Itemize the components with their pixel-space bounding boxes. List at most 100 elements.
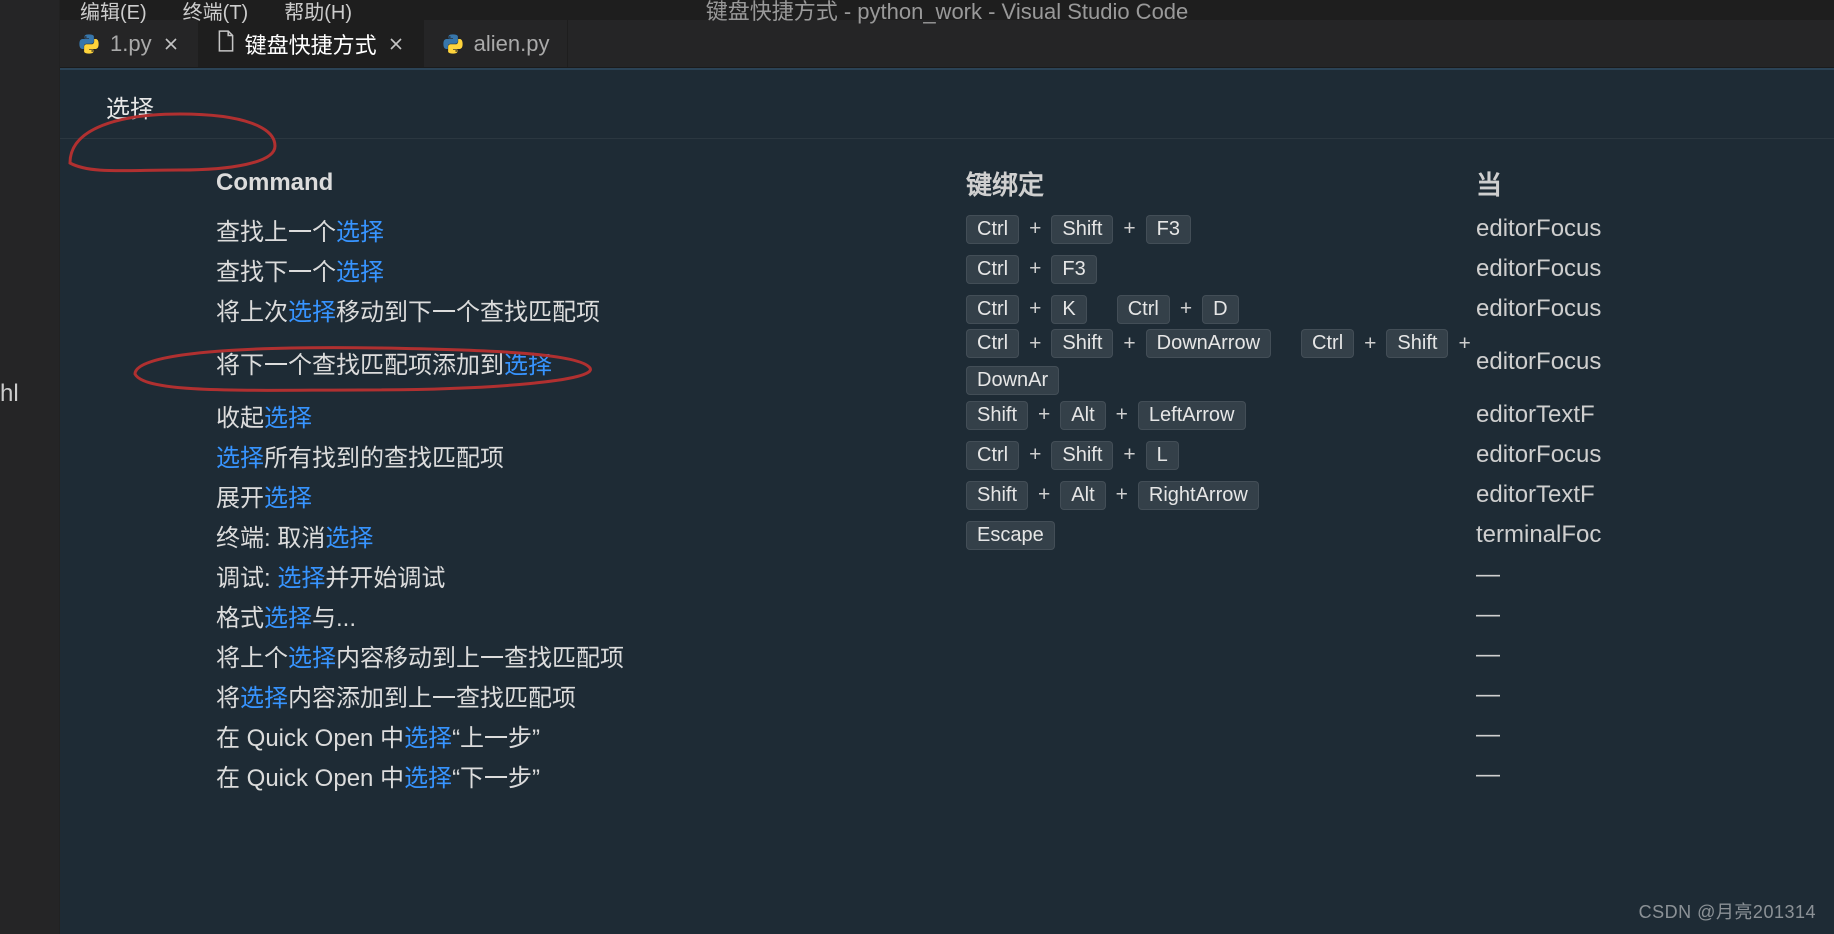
key-cap: Ctrl [966,329,1019,358]
key-cap: Shift [966,401,1028,430]
keybinding-cell: Ctrl+Shift+L [966,441,1476,470]
tab-alien.py[interactable]: alien.py [424,20,569,67]
table-row[interactable]: 查找上一个选择Ctrl+Shift+F3editorFocus [60,209,1834,249]
key-separator: + [1027,217,1043,241]
key-separator: + [1456,332,1472,356]
table-row[interactable]: 调试: 选择并开始调试 — [60,555,1834,595]
keybinding-cell: Shift+Alt+RightArrow [966,481,1476,510]
command-cell: 格式选择与... [106,596,966,635]
key-separator: + [1036,403,1052,427]
side-bar: hl [0,0,60,934]
menu-terminal[interactable]: 终端(T) [183,0,249,25]
command-cell: 展开选择 [106,476,966,515]
tab-1.py[interactable]: 1.py [60,20,199,67]
highlight-match: 选择 [264,605,312,632]
command-text: 在 Quick Open 中 [216,725,404,752]
table-row[interactable]: 展开选择Shift+Alt+RightArroweditorTextF [60,475,1834,515]
table-row[interactable]: 在 Quick Open 中选择“上一步”— [60,715,1834,755]
command-cell: 终端: 取消选择 [106,516,966,555]
key-cap: F3 [1051,255,1096,284]
key-separator: + [1121,217,1137,241]
highlight-match: 选择 [277,565,325,592]
key-separator: + [1027,297,1043,321]
tab-label: alien.py [474,31,550,57]
table-row[interactable]: 格式选择与... — [60,595,1834,635]
table-row[interactable]: 查找下一个选择Ctrl+F3editorFocus [60,249,1834,289]
header-command[interactable]: Command [106,167,966,199]
when-cell: editorFocus [1476,255,1834,283]
command-cell: 在 Quick Open 中选择“上一步” [106,716,966,755]
when-cell: editorFocus [1476,295,1834,323]
command-cell: 将上次选择移动到下一个查找匹配项 [106,290,966,329]
command-text: 内容添加到上一查找匹配项 [288,685,576,712]
key-separator: + [1114,403,1130,427]
key-cap: Ctrl [1117,295,1170,324]
key-separator: + [1027,443,1043,467]
command-text: 移动到下一个查找匹配项 [336,299,600,326]
shortcut-table: Command 键绑定 当 查找上一个选择 Ctrl + Shift + F3 editor… [60,139,1834,934]
key-cap: Shift [1051,215,1113,244]
command-cell: 收起选择 [106,396,966,435]
highlight-match: 选择 [264,485,312,512]
table-row[interactable]: 将上次选择移动到下一个查找匹配项Ctrl+KCtrl+DeditorFocus [60,289,1834,329]
header-keybinding[interactable]: 键绑定 [966,165,1476,202]
highlight-match: 选择 [325,525,373,552]
key-cap: Ctrl [966,441,1019,470]
search-input[interactable] [106,86,226,126]
command-text: 调试: [216,565,277,592]
key-cap: Ctrl [966,295,1019,324]
command-text: 收起 [216,405,264,432]
key-cap: K [1051,295,1086,324]
command-text: 与... [312,605,356,632]
table-row[interactable]: 终端: 取消选择EscapeterminalFoc [60,515,1834,555]
when-cell: — [1476,761,1834,789]
command-text: “上一步” [452,725,540,752]
header-when[interactable]: 当 [1476,165,1834,202]
table-row[interactable]: 收起选择Shift+Alt+LeftArroweditorTextF [60,395,1834,435]
when-cell: — [1476,641,1834,669]
command-text: 格式 [216,605,264,632]
command-text: 所有找到的查找匹配项 [264,445,504,472]
command-text: 并开始调试 [325,565,445,592]
when-cell: — [1476,601,1834,629]
highlight-match: 选择 [336,219,384,246]
command-text: 将上个 [216,645,288,672]
table-row[interactable]: 将选择内容添加到上一查找匹配项— [60,675,1834,715]
command-cell: 将选择内容添加到上一查找匹配项 [106,676,966,715]
menubar: 编辑(E) 终端(T) 帮助(H) 键盘快捷方式 - python_work -… [60,0,1834,20]
key-cap: Alt [1060,481,1105,510]
highlight-match: 选择 [504,352,552,379]
key-separator: + [1114,483,1130,507]
key-cap: D [1202,295,1238,324]
when-cell: — [1476,561,1834,589]
close-icon[interactable] [387,35,405,53]
key-cap: Ctrl [1301,329,1354,358]
table-header: Command 键绑定 当 [60,163,1834,203]
key-separator: + [1178,297,1194,321]
key-cap: DownArrow [1146,329,1271,358]
key-separator: + [1036,483,1052,507]
command-text: 将上次 [216,299,288,326]
close-icon[interactable] [162,35,180,53]
highlight-match: 选择 [288,299,336,326]
table-row[interactable]: 选择所有找到的查找匹配项Ctrl+Shift+LeditorFocus [60,435,1834,475]
table-row[interactable]: 将下一个查找匹配项添加到选择Ctrl+Shift+DownArrowCtrl+S… [60,329,1834,395]
command-text: 将 [216,685,240,712]
highlight-match: 选择 [216,445,264,472]
python-icon [442,33,464,55]
command-cell: 选择所有找到的查找匹配项 [106,436,966,475]
table-row[interactable]: 在 Quick Open 中选择“下一步” — [60,755,1834,795]
menu-edit[interactable]: 编辑(E) [80,0,147,25]
key-cap: RightArrow [1138,481,1259,510]
tab-键盘快捷方式[interactable]: 键盘快捷方式 [199,20,424,67]
command-cell: 在 Quick Open 中选择“下一步” [106,756,966,795]
table-row[interactable]: 将上个选择内容移动到上一查找匹配项— [60,635,1834,675]
keybinding-cell: Ctrl+F3 [966,255,1476,284]
key-cap: Shift [1386,329,1448,358]
sidebar-truncated-text: hl [0,380,19,408]
document-icon [217,30,235,58]
command-text: 将下一个查找匹配项添加到 [216,352,504,379]
command-cell: 查找上一个选择 [106,210,966,249]
menu-help[interactable]: 帮助(H) [284,0,352,25]
highlight-match: 选择 [404,765,452,792]
